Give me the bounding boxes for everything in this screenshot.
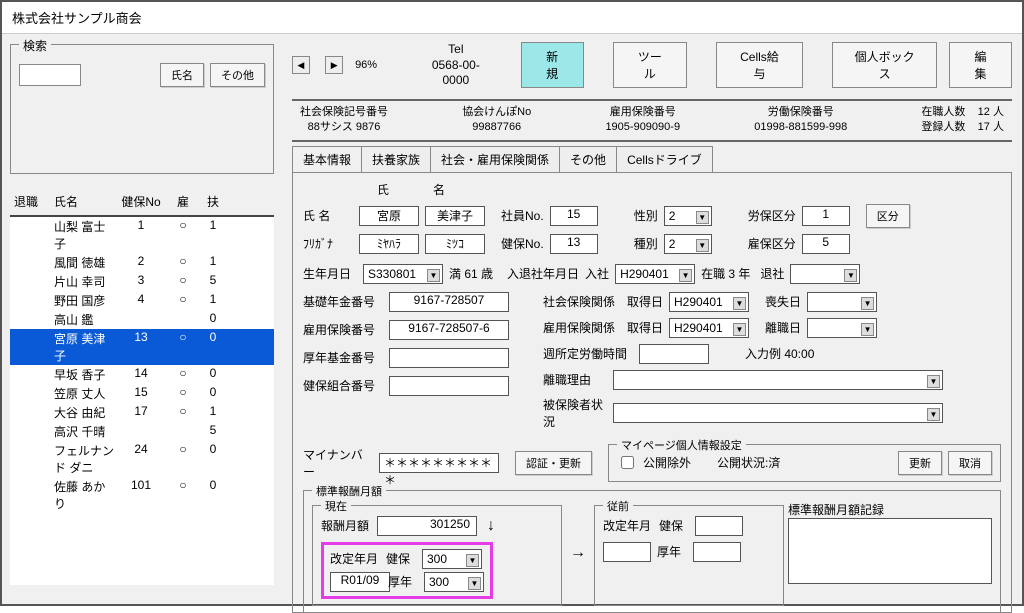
join-date-field[interactable]: H290401 <box>615 264 695 284</box>
employee-row[interactable]: 片山 幸司3○5 <box>10 272 274 291</box>
tel-display: Tel 0568-00-0000 <box>423 42 488 89</box>
shakai-get-field[interactable]: H290401 <box>669 292 749 312</box>
weekly-field[interactable] <box>639 344 709 364</box>
pension-field[interactable]: 9167-728507 <box>389 292 509 312</box>
sex-select[interactable]: 2 <box>664 206 712 226</box>
window-title: 株式会社サンプル商会 <box>2 2 1022 34</box>
name-search-button[interactable]: 氏名 <box>160 63 204 87</box>
cancel-button[interactable]: 取消 <box>948 451 992 475</box>
shakai-loss-field[interactable] <box>807 292 877 312</box>
employee-row[interactable]: フェルナンド ダニ24○0 <box>10 441 274 477</box>
empins-field[interactable]: 9167-728507-6 <box>389 320 509 340</box>
zoom-label: 96% <box>355 59 377 71</box>
employee-row[interactable]: 風間 徳雄2○1 <box>10 253 274 272</box>
personal-box-button[interactable]: 個人ボックス <box>832 42 937 88</box>
new-button[interactable]: 新規 <box>521 42 584 88</box>
nav-next-button[interactable]: ▶ <box>325 56 343 74</box>
right-arrow-icon[interactable]: → <box>566 544 590 562</box>
employee-row[interactable]: 高沢 千晴5 <box>10 422 274 441</box>
employee-row[interactable]: 高山 鑑0 <box>10 310 274 329</box>
kenpo-field[interactable]: 13 <box>550 234 598 254</box>
employee-row[interactable]: 山梨 富士子1○1 <box>10 217 274 253</box>
kenpo-std-select[interactable]: 300 <box>422 549 482 569</box>
employee-list-header: 退職 氏名 健保No 雇 扶 <box>10 188 274 215</box>
revdate-field[interactable]: R01/09 <box>330 572 390 592</box>
konen-std-select[interactable]: 300 <box>424 572 484 592</box>
koyo-leave-field[interactable] <box>807 318 877 338</box>
tab-dependents[interactable]: 扶養家族 <box>361 146 431 172</box>
employee-row[interactable]: 佐藤 あかり101○0 <box>10 477 274 513</box>
app-window: 株式会社サンプル商会 検索 氏名 その他 退職 氏名 健保No 雇 扶 山梨 富… <box>0 0 1024 606</box>
employee-row[interactable]: 早坂 香子14○0 <box>10 365 274 384</box>
search-group: 検索 氏名 その他 <box>10 44 274 174</box>
mynumber-field[interactable]: ＊＊＊＊＊＊＊＊＊＊ <box>379 453 499 473</box>
update-button[interactable]: 更新 <box>898 451 942 475</box>
tab-other[interactable]: その他 <box>559 146 617 172</box>
record-list[interactable] <box>788 518 992 584</box>
leave-date-field[interactable] <box>790 264 860 284</box>
employee-row[interactable]: 笠原 丈人15○0 <box>10 384 274 403</box>
koyo-get-field[interactable]: H290401 <box>669 318 749 338</box>
tab-body: 氏 名 氏 名 宮原 美津子 社員No. 15 性別 2 労保区分 1 区分 ﾌ… <box>292 172 1012 613</box>
tab-insurance[interactable]: 社会・雇用保険関係 <box>430 146 560 172</box>
tab-basic[interactable]: 基本情報 <box>292 146 362 172</box>
header-info: 社会保険記号番号88サシス 9876 協会けんぽNo99887766 雇用保険番… <box>292 99 1012 142</box>
kenpokumiai-field[interactable] <box>389 376 509 396</box>
insured-status-select[interactable] <box>613 403 943 423</box>
tab-cellsdrive[interactable]: Cellsドライブ <box>616 146 713 172</box>
prev-revdate-field[interactable] <box>603 542 651 562</box>
empno-field[interactable]: 15 <box>550 206 598 226</box>
employee-row[interactable]: 野田 国彦4○1 <box>10 291 274 310</box>
nav-prev-button[interactable]: ◀ <box>292 56 310 74</box>
search-input[interactable] <box>19 64 81 86</box>
cells-salary-button[interactable]: Cells給与 <box>716 42 802 88</box>
mei-kana-field[interactable]: ﾐﾂｺ <box>425 234 485 254</box>
tool-button[interactable]: ツール <box>613 42 687 88</box>
prev-kenpo-field[interactable] <box>695 516 743 536</box>
sei-kana-field[interactable]: ﾐﾔﾊﾗ <box>359 234 419 254</box>
monthly-field[interactable]: 301250 <box>377 516 477 536</box>
other-search-button[interactable]: その他 <box>210 63 265 87</box>
birth-field[interactable]: S330801 <box>363 264 443 284</box>
tabs: 基本情報 扶養家族 社会・雇用保険関係 その他 Cellsドライブ <box>292 146 1012 172</box>
type-select[interactable]: 2 <box>664 234 712 254</box>
down-arrow-icon[interactable]: ↓ <box>483 517 499 535</box>
rohoku-field[interactable]: 1 <box>802 206 850 226</box>
edit-button[interactable]: 編集 <box>949 42 1012 88</box>
employee-row[interactable]: 大谷 由紀17○1 <box>10 403 274 422</box>
mei-field[interactable]: 美津子 <box>425 206 485 226</box>
leave-reason-select[interactable] <box>613 370 943 390</box>
konen-field[interactable] <box>389 348 509 368</box>
exclude-checkbox[interactable] <box>621 456 634 469</box>
revision-highlight-box: 改定年月 健保 300 R01/09 厚年 300 <box>321 542 493 599</box>
prev-konen-field[interactable] <box>693 542 741 562</box>
employee-list[interactable]: 山梨 富士子1○1風間 徳雄2○1片山 幸司3○5野田 国彦4○1高山 鑑0宮原… <box>10 215 274 585</box>
koyoku-field[interactable]: 5 <box>802 234 850 254</box>
employee-row[interactable]: 宮原 美津子13○0 <box>10 329 274 365</box>
kubun-button[interactable]: 区分 <box>866 204 910 228</box>
search-legend: 検索 <box>19 37 51 54</box>
sei-field[interactable]: 宮原 <box>359 206 419 226</box>
auth-button[interactable]: 認証・更新 <box>515 451 592 475</box>
